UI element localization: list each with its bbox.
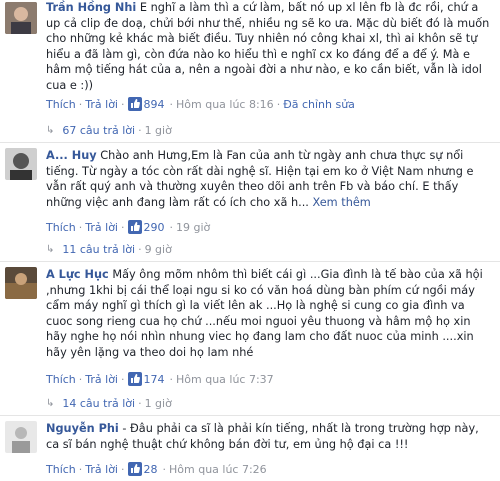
separator-dot: · (162, 462, 167, 476)
like-count[interactable]: 28 (144, 463, 158, 476)
comment-author[interactable]: Trần Hồng Nhi (46, 1, 136, 14)
divider (0, 415, 500, 416)
separator-dot: · (121, 462, 125, 476)
divider (0, 261, 500, 262)
reply-link[interactable]: Trả lời (85, 98, 118, 111)
separator-dot: · (121, 372, 125, 386)
comment-time[interactable]: Hôm qua lúc 7:37 (176, 373, 274, 386)
see-more-link[interactable]: Xem thêm (312, 196, 370, 209)
avatar[interactable] (5, 2, 37, 34)
separator-dot: · (138, 243, 142, 256)
separator-dot: · (276, 97, 281, 111)
comment-time[interactable]: Hôm qua lúc 8:16 (176, 98, 274, 111)
replies-count[interactable]: 67 câu trả lời (62, 124, 135, 137)
reply-arrow-icon: ↳ (46, 125, 55, 136)
edited-label[interactable]: Đã chỉnh sửa (283, 98, 355, 111)
separator-dot: · (121, 97, 125, 111)
replies-time: 1 giờ (144, 124, 172, 137)
like-link[interactable]: Thích (46, 98, 76, 111)
comment-time[interactable]: 19 giờ (176, 221, 210, 234)
thumbs-up-icon[interactable] (127, 372, 142, 386)
reply-link[interactable]: Trả lời (85, 221, 118, 234)
comment-actions: Thích · Trả lời · 894 · Hôm qua lúc 8:16… (46, 97, 355, 111)
replies-link[interactable]: ↳ 67 câu trả lời · 1 giờ (46, 124, 172, 137)
reply-link[interactable]: Trả lời (85, 373, 118, 386)
comment-body: A... Huy Chào anh Hưng,Em là Fan của anh… (46, 148, 494, 210)
like-count[interactable]: 290 (144, 221, 165, 234)
avatar-image-icon (5, 421, 37, 453)
separator-dot: · (78, 97, 83, 111)
avatar[interactable] (5, 421, 37, 453)
avatar[interactable] (5, 267, 37, 299)
avatar[interactable] (5, 148, 37, 180)
separator-dot: · (169, 220, 174, 234)
comment-author[interactable]: A Lực Hục (46, 268, 109, 281)
like-count[interactable]: 894 (144, 98, 165, 111)
replies-count[interactable]: 14 câu trả lời (62, 397, 135, 410)
comment-actions: Thích · Trả lời · 174 · Hôm qua lúc 7:37 (46, 372, 274, 386)
like-link[interactable]: Thích (46, 463, 76, 476)
comment-text: Chào anh Hưng,Em là Fan của anh từ ngày … (46, 149, 474, 209)
thumbs-up-icon[interactable] (127, 97, 142, 111)
replies-link[interactable]: ↳ 11 câu trả lời · 9 giờ (46, 243, 172, 256)
separator-dot: · (78, 372, 83, 386)
separator-dot: · (78, 462, 83, 476)
replies-time: 1 giờ (144, 397, 172, 410)
comment-body: A Lực Hục Mấy ông mõm nhôm thì biết cái … (46, 267, 494, 361)
avatar-image-icon (5, 148, 37, 180)
comment-actions: Thích · Trả lời · 28 · Hôm qua lúc 7:26 (46, 462, 267, 476)
thumbs-up-icon[interactable] (127, 462, 142, 476)
divider (0, 142, 500, 143)
avatar-image-icon (5, 2, 37, 34)
comment-author[interactable]: Nguyễn Phi (46, 422, 119, 435)
comment-text: E nghĩ a làm thì a cứ làm, bất nó up xl … (46, 1, 490, 92)
comment-time[interactable]: Hôm qua lúc 7:26 (169, 463, 267, 476)
like-link[interactable]: Thích (46, 373, 76, 386)
comment-body: Trần Hồng Nhi E nghĩ a làm thì a cứ làm,… (46, 0, 494, 94)
thumbs-up-icon[interactable] (127, 220, 142, 234)
like-count[interactable]: 174 (144, 373, 165, 386)
replies-count[interactable]: 11 câu trả lời (62, 243, 135, 256)
reply-arrow-icon: ↳ (46, 398, 55, 409)
like-link[interactable]: Thích (46, 221, 76, 234)
separator-dot: · (169, 372, 174, 386)
reply-link[interactable]: Trả lời (85, 463, 118, 476)
replies-link[interactable]: ↳ 14 câu trả lời · 1 giờ (46, 397, 172, 410)
separator-dot: · (121, 220, 125, 234)
comment-body: Nguyễn Phi - Đâu phải ca sĩ là phải kín … (46, 421, 494, 452)
separator-dot: · (169, 97, 174, 111)
comment-author[interactable]: A... Huy (46, 149, 97, 162)
separator-dot: · (138, 397, 142, 410)
comment-text: Mấy ông mõm nhôm thì biết cái gì ...Gia … (46, 268, 483, 359)
comment-actions: Thích · Trả lời · 290 · 19 giờ (46, 220, 210, 234)
separator-dot: · (78, 220, 83, 234)
avatar-image-icon (5, 267, 37, 299)
replies-time: 9 giờ (144, 243, 172, 256)
separator-dot: · (138, 124, 142, 137)
reply-arrow-icon: ↳ (46, 244, 55, 255)
